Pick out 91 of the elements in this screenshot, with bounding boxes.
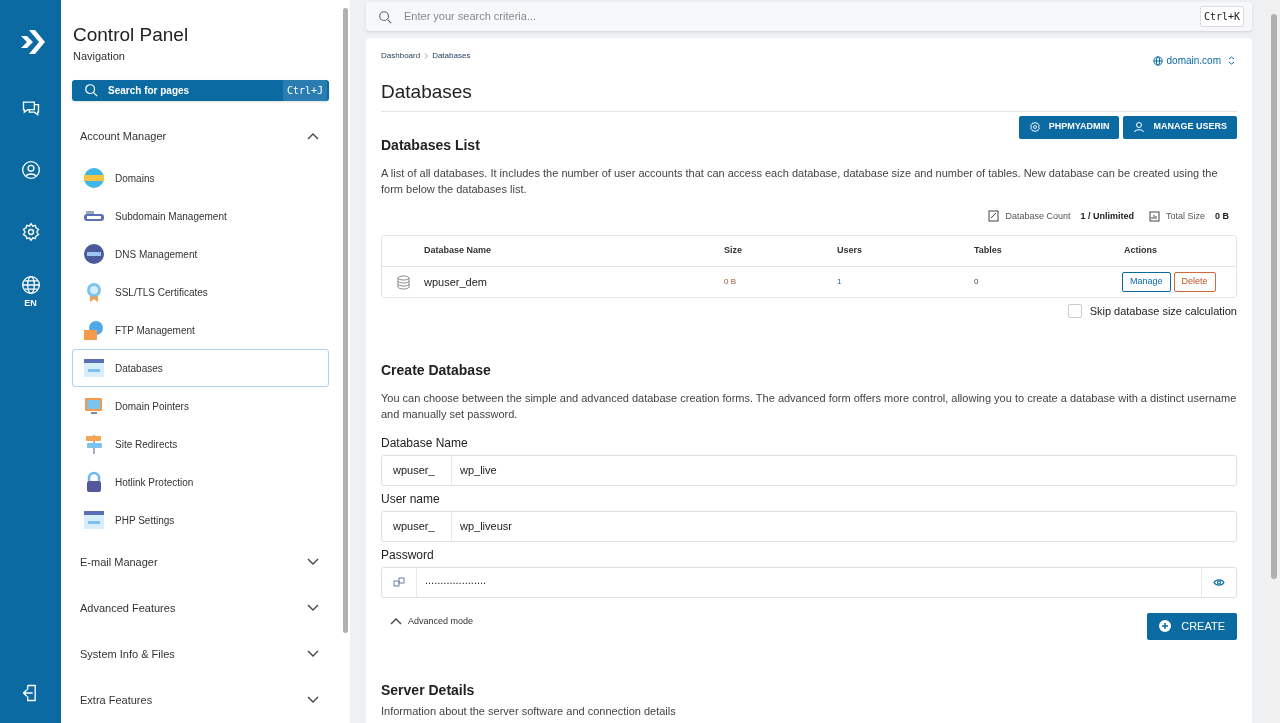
- bar-chart-icon: [1148, 210, 1160, 222]
- column-header: Actions: [1124, 244, 1158, 258]
- table-cell-text: 0: [974, 276, 980, 288]
- scrollbar-thumb[interactable]: [1271, 14, 1277, 579]
- nav-item[interactable]: Databases: [72, 349, 329, 387]
- shortcut-key: Ctrl+J: [282, 79, 327, 101]
- chevron-down-icon: [307, 558, 319, 566]
- settings-icon: [1028, 121, 1041, 133]
- nav-item[interactable]: SSL/TLS Certificates: [72, 273, 329, 311]
- field-label: Password: [381, 546, 435, 564]
- section-description: Information about the server software and connection details: [381, 703, 677, 718]
- manage-button[interactable]: Manage: [1122, 272, 1171, 292]
- sidebar-title: Control Panel: [73, 24, 190, 46]
- checkbox-label: Skip database size calculation: [1089, 304, 1237, 319]
- input-field[interactable]: wpuser_ wp_liveusr: [381, 510, 1237, 542]
- table-cell-text: 0 B: [724, 276, 737, 288]
- user-icon[interactable]: [20, 160, 41, 180]
- sort-arrows-icon: [1228, 56, 1235, 65]
- database-icon: [396, 274, 410, 290]
- eye-icon[interactable]: [1213, 577, 1225, 587]
- checkbox[interactable]: [1067, 304, 1082, 319]
- input-field[interactable]: wpuser_ wp_live: [381, 454, 1237, 486]
- chevron-right-icon: [424, 53, 429, 59]
- create-button[interactable]: CREATE: [1147, 612, 1237, 640]
- search-icon: [84, 83, 98, 98]
- page-title: Databases: [381, 78, 1237, 112]
- field-label: User name: [381, 490, 441, 508]
- nav-section-header[interactable]: Extra Features: [72, 677, 329, 723]
- settings-icon[interactable]: [20, 222, 41, 242]
- sidebar-subtitle: Navigation: [73, 49, 126, 64]
- globe-icon: [1152, 55, 1163, 66]
- language-label[interactable]: EN: [24, 297, 37, 311]
- breadcrumb-current: Databases: [432, 50, 471, 62]
- window-icon: [83, 509, 105, 531]
- input-prefix: wpuser_: [382, 511, 452, 541]
- signpost-icon: [83, 433, 105, 455]
- column-header: Tables: [974, 244, 1003, 258]
- input-prefix: wpuser_: [382, 455, 452, 485]
- search-placeholder: Search for pages: [108, 83, 191, 98]
- nav-item[interactable]: PHP Settings: [72, 501, 329, 539]
- table-cell-text: wpuser_dem: [424, 274, 488, 290]
- column-header: Users: [837, 244, 864, 258]
- stat-label: Total Size: [1165, 209, 1205, 223]
- section-heading: Server Details: [381, 680, 476, 700]
- plus-circle-icon: [1159, 620, 1172, 632]
- shortcut-key: Ctrl+K: [1199, 6, 1244, 27]
- nav-item[interactable]: Subdomain Management: [72, 197, 329, 235]
- chevron-down-icon: [307, 650, 319, 658]
- chevron-up-icon: [390, 617, 402, 626]
- nav-item[interactable]: Site Redirects: [72, 425, 329, 463]
- manage-users-button[interactable]: MANAGE USERS: [1123, 115, 1237, 139]
- nav-item[interactable]: DNS Management: [72, 235, 329, 273]
- breadcrumb-link[interactable]: Dashboard: [381, 50, 421, 62]
- search-icon: [378, 9, 392, 24]
- page-search-field[interactable]: Search for pages Ctrl+J: [72, 79, 329, 101]
- table-cell-text: 1: [837, 276, 843, 288]
- window-icon: [83, 357, 105, 379]
- section-description: You can choose between the simple and advanced database creation forms. The advanced form offers more control, allowing you to create a database with a distinct username and manually set password.: [381, 390, 1237, 422]
- stat-value: 0 B: [1215, 209, 1229, 223]
- chevron-up-icon: [307, 132, 319, 140]
- chevron-down-icon: [307, 604, 319, 612]
- scrollbar-thumb[interactable]: [342, 8, 348, 633]
- stat-label: Database Count: [1005, 209, 1071, 223]
- password-field[interactable]: ....................: [381, 566, 1237, 598]
- user-icon: [1133, 121, 1146, 133]
- chevron-down-icon: [307, 696, 319, 704]
- globe-icon: [83, 243, 105, 265]
- nav-section-header[interactable]: Account Manager: [72, 113, 329, 159]
- delete-button[interactable]: Delete: [1173, 272, 1216, 292]
- monitor-icon: [83, 395, 105, 417]
- global-search-field[interactable]: Enter your search criteria... Ctrl+K: [366, 2, 1252, 31]
- section-description: A list of all databases. It includes the number of user accounts that can access each database, database size and number of tables. New database can be created using the form below the databases list.: [381, 165, 1219, 197]
- globe-icon: [83, 167, 105, 189]
- nav-item[interactable]: FTP Management: [72, 311, 329, 349]
- nav-section-header[interactable]: System Info & Files: [72, 631, 329, 677]
- column-header: Size: [724, 244, 743, 258]
- column-header: Database Name: [424, 244, 493, 258]
- nav-item[interactable]: Domains: [72, 159, 329, 197]
- folder-icon: [83, 319, 105, 341]
- section-heading: Create Database: [381, 360, 492, 380]
- section-heading: Databases List: [381, 135, 481, 155]
- stat-value: 1 / Unlimited: [1080, 209, 1134, 223]
- nav-section-header[interactable]: Advanced Features: [72, 585, 329, 631]
- nav-item[interactable]: Domain Pointers: [72, 387, 329, 425]
- phpmyadmin-button[interactable]: PHPMYADMIN: [1018, 115, 1120, 139]
- field-label: Database Name: [381, 434, 469, 452]
- globe-icon[interactable]: [20, 275, 41, 295]
- domain-selector[interactable]: domain.com: [1152, 53, 1235, 68]
- advanced-mode-toggle[interactable]: Advanced mode: [390, 614, 474, 628]
- nav-section-header[interactable]: E-mail Manager: [72, 539, 329, 585]
- nav-item[interactable]: Hotlink Protection: [72, 463, 329, 501]
